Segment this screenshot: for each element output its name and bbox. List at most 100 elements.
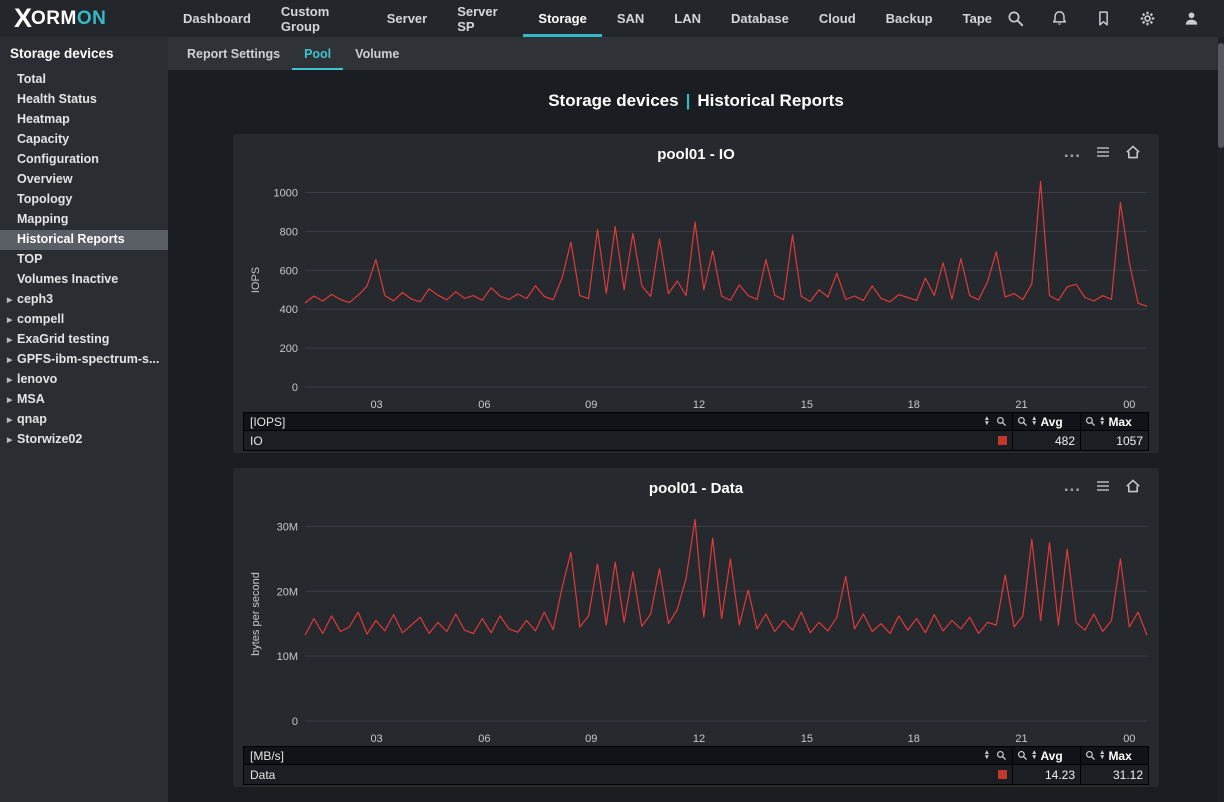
sidebar-item[interactable]: ▶compell [0,310,168,330]
sidebar-item[interactable]: ▶Mapping [0,210,168,230]
legend-header-row: [IOPS] ▲▼ ▲▼ Avg ▲▼ Max [244,413,1148,431]
nav-item[interactable]: LAN [659,0,716,37]
nav-item-label: Tape [963,11,992,26]
nav-item[interactable]: Database [716,0,804,37]
home-icon[interactable] [1125,478,1141,494]
expand-arrow-icon[interactable]: ▶ [7,432,17,450]
max-column-header[interactable]: Max [1108,415,1131,429]
max-column-header[interactable]: Max [1108,749,1131,763]
sidebar-item[interactable]: ▶lenovo [0,370,168,390]
legend-series-row[interactable]: Data 14.23 31.12 [244,765,1148,784]
series-max-value: 31.12 [1081,765,1148,784]
sidebar-item[interactable]: ▶MSA [0,390,168,410]
bookmark-icon[interactable] [1095,10,1112,27]
legend-search-icon[interactable] [996,416,1007,427]
series-avg-value: 14.23 [1013,765,1081,784]
legend-search-icon[interactable] [996,750,1007,761]
report-tab[interactable]: Report Settings [175,37,292,70]
avg-search-icon[interactable] [1017,750,1028,761]
sidebar-item[interactable]: ▶Overview [0,170,168,190]
nav-item[interactable]: SAN [602,0,659,37]
line-chart-data[interactable]: 010M20M30M0306091215182100bytes per seco… [243,499,1149,745]
expand-arrow-icon[interactable]: ▶ [7,332,17,350]
sidebar-item[interactable]: ▶Heatmap [0,110,168,130]
report-tab-label: Volume [355,47,399,61]
expand-arrow-icon[interactable]: ▶ [7,392,17,410]
settings-gear-icon[interactable] [1139,10,1156,27]
max-sort-icon[interactable]: ▲▼ [1099,417,1105,426]
nav-item[interactable]: Backup [871,0,948,37]
sidebar-item-label: Health Status [17,92,97,106]
sort-icon[interactable]: ▲▼ [984,751,990,760]
menu-icon[interactable] [1095,144,1111,160]
svg-text:18: 18 [908,733,920,745]
sidebar-item[interactable]: ▶GPFS-ibm-spectrum-s... [0,350,168,370]
report-tab[interactable]: Volume [343,37,411,70]
more-options-icon[interactable]: ... [1064,147,1081,157]
max-search-icon[interactable] [1085,416,1096,427]
report-tabbar: Report Settings Pool Volume [168,37,1224,70]
sidebar-item[interactable]: ▶Configuration [0,150,168,170]
max-search-icon[interactable] [1085,750,1096,761]
notifications-icon[interactable] [1051,10,1068,27]
page-scrollbar[interactable] [1218,37,1224,802]
expand-arrow-icon[interactable]: ▶ [7,372,17,390]
more-options-icon[interactable]: ... [1064,481,1081,491]
sidebar-item[interactable]: ▶Total [0,70,168,90]
legend-unit-label: [IOPS] [250,415,285,429]
sidebar-item[interactable]: ▶Health Status [0,90,168,110]
svg-text:03: 03 [370,733,382,745]
svg-text:06: 06 [478,399,490,411]
menu-icon[interactable] [1095,478,1111,494]
sidebar-item[interactable]: ▶Historical Reports [0,230,168,250]
legend-header-row: [MB/s] ▲▼ ▲▼ Avg ▲▼ Max [244,747,1148,765]
sidebar-item[interactable]: ▶TOP [0,250,168,270]
sidebar-item[interactable]: ▶qnap [0,410,168,430]
chart-panel-data: pool01 - Data ... 010M20M30M030609121518… [233,468,1159,787]
expand-arrow-icon[interactable]: ▶ [7,412,17,430]
series-avg-value: 482 [1013,431,1081,450]
nav-item[interactable]: Storage [523,0,601,37]
nav-item[interactable]: Server SP [442,0,523,37]
sidebar-item[interactable]: ▶ExaGrid testing [0,330,168,350]
sidebar-item[interactable]: ▶ceph3 [0,290,168,310]
sidebar-item[interactable]: ▶Capacity [0,130,168,150]
nav-item[interactable]: Custom Group [266,0,372,37]
avg-column-header[interactable]: Avg [1040,749,1062,763]
nav-item[interactable]: Dashboard [168,0,266,37]
nav-item[interactable]: Cloud [804,0,871,37]
legend-series-row[interactable]: IO 482 1057 [244,431,1148,450]
sidebar-item[interactable]: ▶Volumes Inactive [0,270,168,290]
report-tab[interactable]: Pool [292,37,343,70]
nav-item[interactable]: Tape [948,0,1007,37]
max-sort-icon[interactable]: ▲▼ [1099,751,1105,760]
sidebar-item[interactable]: ▶Topology [0,190,168,210]
sidebar-item[interactable]: ▶Storwize02 [0,430,168,450]
sidebar-item-label: Capacity [17,132,69,146]
svg-text:09: 09 [585,733,597,745]
avg-sort-icon[interactable]: ▲▼ [1031,751,1037,760]
app-logo[interactable]: XORMON [0,0,168,37]
line-chart-io[interactable]: 020040060080010000306091215182100IOPS [243,165,1149,411]
panel-toolbar: ... [1064,144,1141,160]
expand-arrow-icon[interactable]: ▶ [7,292,17,310]
search-icon[interactable] [1007,10,1024,27]
user-account-icon[interactable] [1183,10,1200,27]
nav-item[interactable]: Server [372,0,442,37]
nav-item-label: Backup [886,11,933,26]
expand-arrow-icon[interactable]: ▶ [7,312,17,330]
expand-arrow-icon[interactable]: ▶ [7,352,17,370]
svg-text:21: 21 [1015,733,1027,745]
svg-text:30M: 30M [277,521,298,533]
avg-search-icon[interactable] [1017,416,1028,427]
page-scrollbar-thumb[interactable] [1218,43,1224,148]
sidebar-menu: ▶Total ▶Health Status ▶Heatmap ▶Capacity… [0,70,168,450]
nav-item-label: Custom Group [281,4,357,34]
main-nav: Dashboard Custom Group Server Server SP … [168,0,1007,37]
svg-text:15: 15 [801,733,813,745]
home-icon[interactable] [1125,144,1141,160]
header-icons [1007,0,1224,37]
sort-icon[interactable]: ▲▼ [984,417,990,426]
avg-column-header[interactable]: Avg [1040,415,1062,429]
avg-sort-icon[interactable]: ▲▼ [1031,417,1037,426]
